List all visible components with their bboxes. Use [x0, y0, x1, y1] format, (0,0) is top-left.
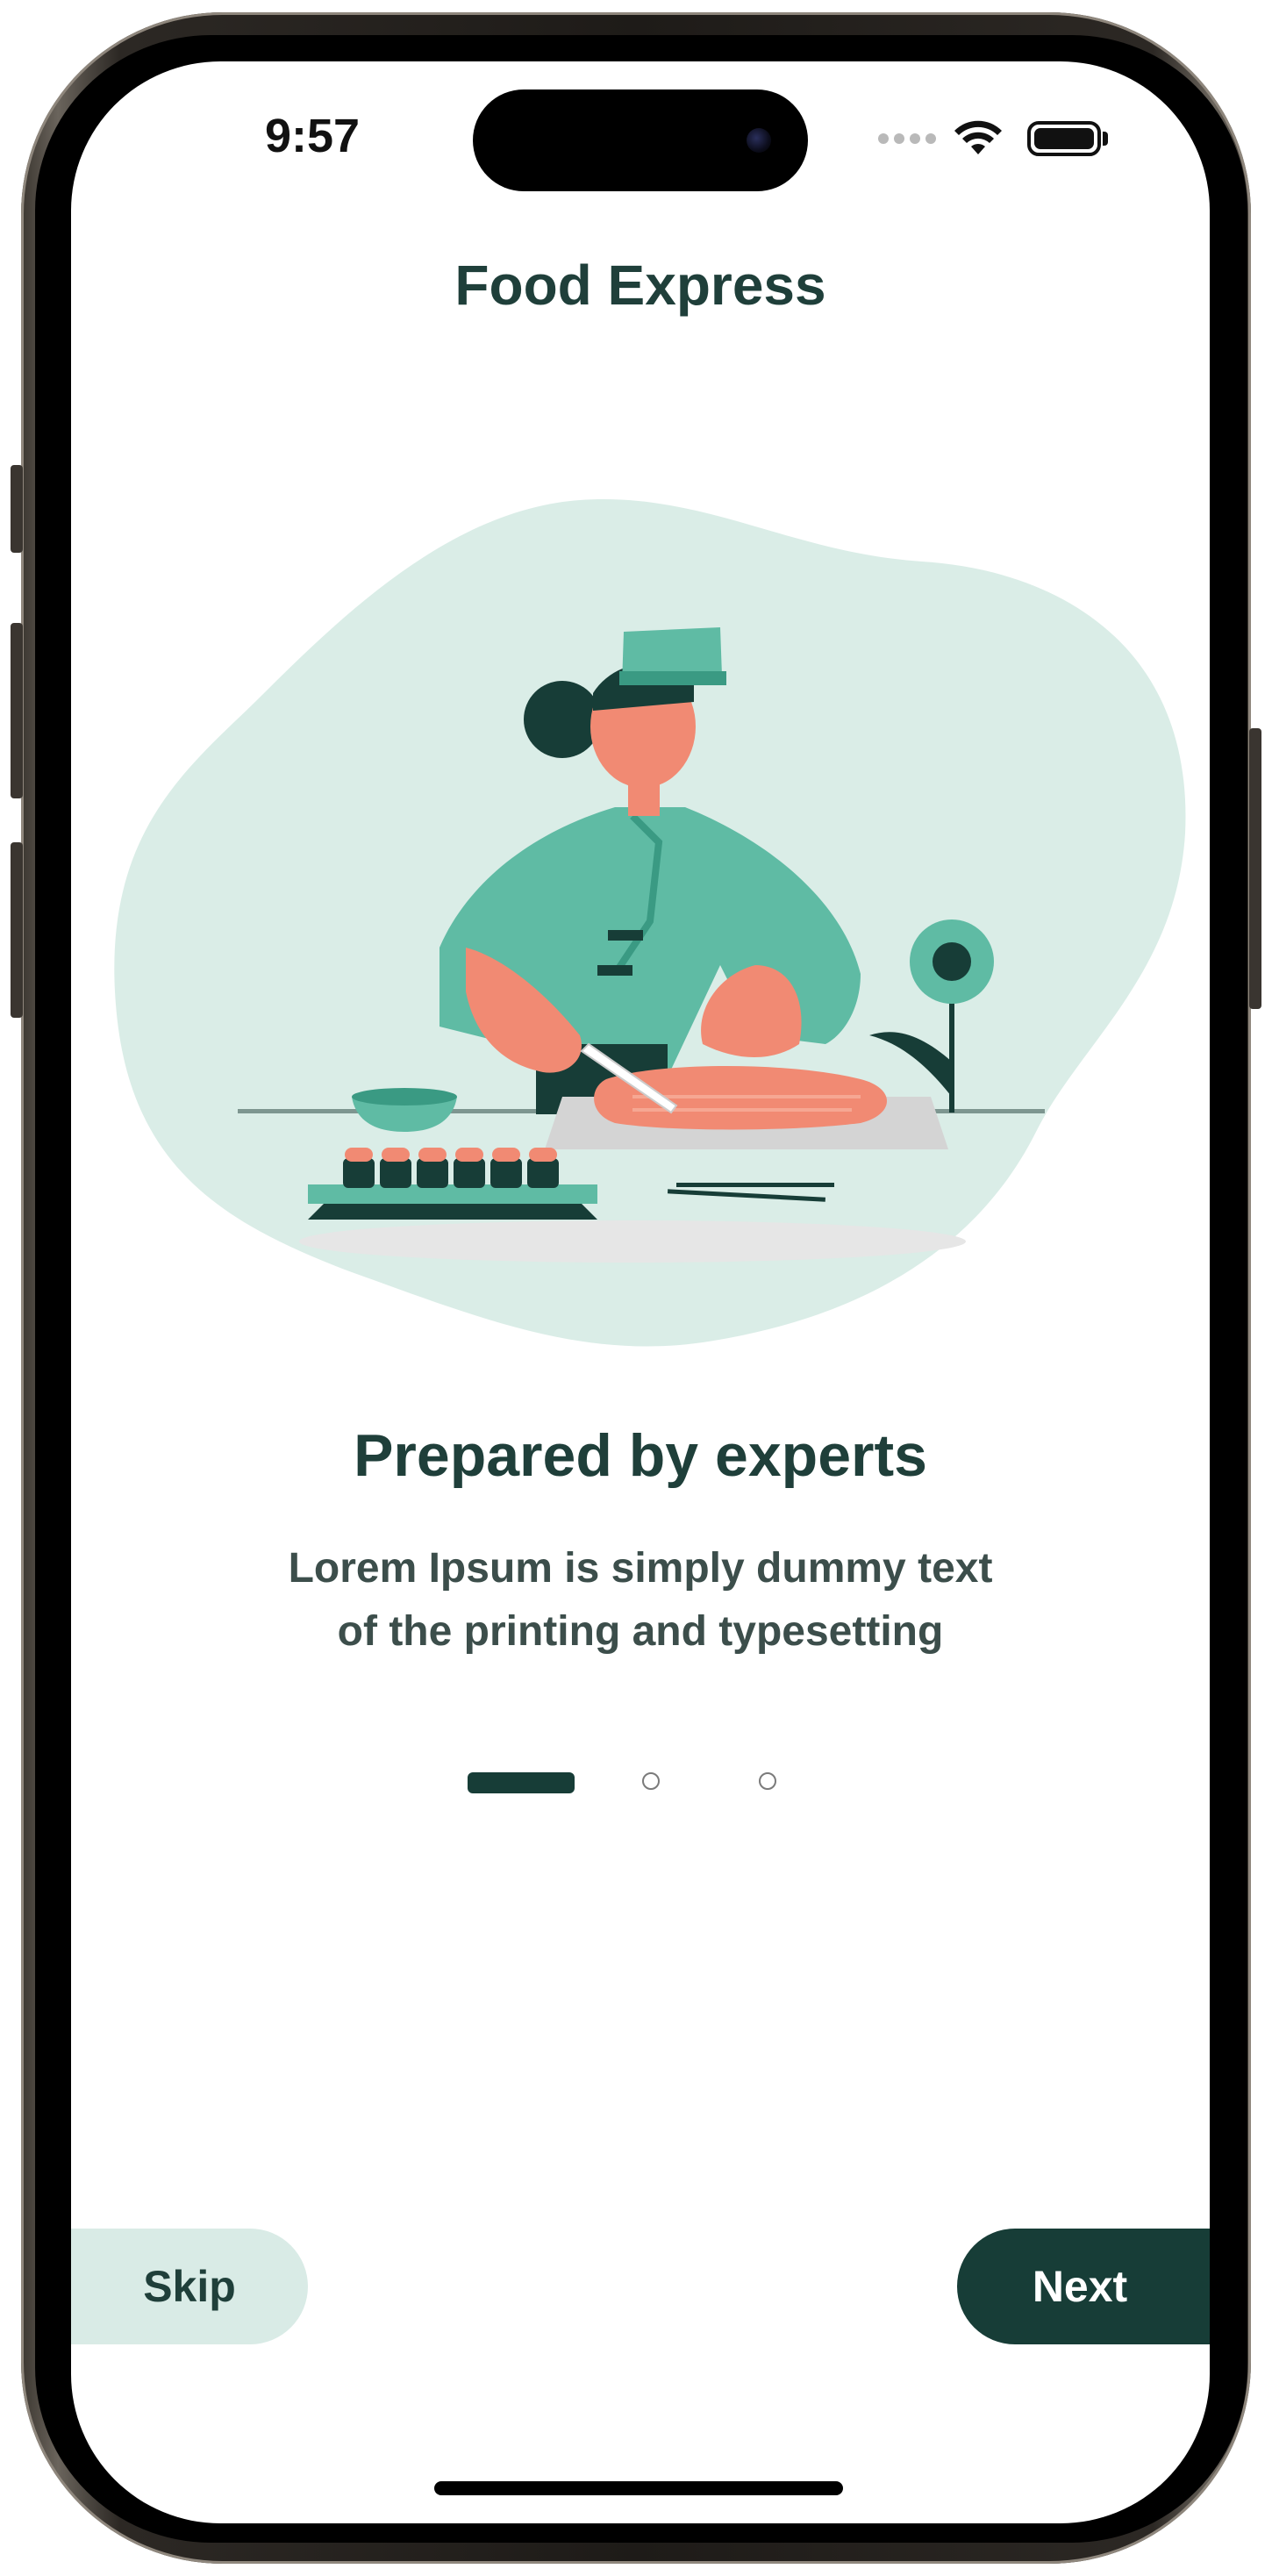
- onboarding-heading: Prepared by experts: [354, 1422, 927, 1489]
- page-dot-2[interactable]: [642, 1772, 660, 1790]
- side-button-power: [1249, 728, 1261, 1009]
- app-title: Food Express: [454, 254, 826, 317]
- side-button-silent: [11, 465, 23, 553]
- wifi-icon: [954, 120, 1002, 154]
- side-button-volume-up: [11, 623, 23, 798]
- page-indicator: [71, 1771, 1210, 1797]
- dynamic-island: [473, 89, 808, 191]
- screen: 9:57 Food Express Prepared by experts Lo…: [71, 61, 1210, 2523]
- page-dot-3[interactable]: [759, 1772, 776, 1790]
- next-button[interactable]: Next: [957, 2229, 1210, 2344]
- subtext-line-1: Lorem Ipsum is simply dummy text: [288, 1545, 993, 1592]
- status-time: 9:57: [264, 110, 361, 162]
- page-dot-active[interactable]: [468, 1772, 575, 1793]
- chef-illustration: [114, 499, 1186, 1347]
- subtext-line-2: of the printing and typesetting: [337, 1608, 944, 1655]
- signal-dots-icon: [878, 133, 936, 144]
- skip-button[interactable]: Skip: [71, 2229, 308, 2344]
- battery-icon: [1027, 121, 1101, 156]
- onboarding-subtext: Lorem Ipsum is simply dummy text of the …: [282, 1537, 999, 1664]
- front-camera-icon: [747, 128, 771, 153]
- home-indicator[interactable]: [434, 2481, 843, 2495]
- battery-cap: [1103, 132, 1108, 146]
- side-button-volume-down: [11, 842, 23, 1018]
